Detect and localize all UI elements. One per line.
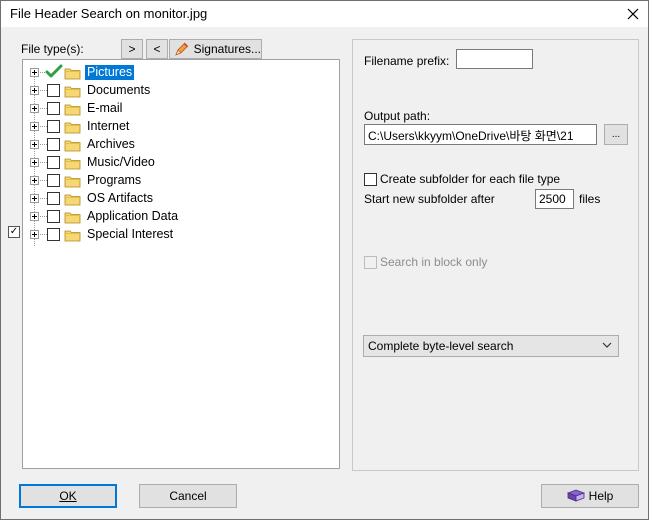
folder-icon bbox=[64, 174, 81, 188]
close-icon bbox=[627, 8, 639, 20]
tree-connector bbox=[40, 216, 47, 217]
tree-item-checkbox[interactable] bbox=[47, 84, 60, 97]
tree-item[interactable]: Programs bbox=[23, 172, 323, 190]
expand-icon[interactable] bbox=[30, 230, 39, 239]
close-button[interactable] bbox=[622, 3, 644, 25]
ok-button[interactable]: OK bbox=[19, 484, 117, 508]
expand-icon[interactable] bbox=[30, 176, 39, 185]
folder-icon bbox=[64, 84, 81, 98]
folder-icon bbox=[64, 156, 81, 170]
file-type-tree[interactable]: Pictures Documents E-mail Internet Archives M… bbox=[22, 59, 340, 469]
tree-item-checkbox[interactable] bbox=[47, 228, 60, 241]
tree-item-checkbox[interactable] bbox=[47, 192, 60, 205]
output-path-label: Output path: bbox=[364, 109, 431, 123]
filename-prefix-input[interactable] bbox=[456, 49, 533, 69]
expand-icon[interactable] bbox=[30, 86, 39, 95]
signatures-button[interactable]: Signatures... bbox=[169, 39, 262, 59]
tree-connector bbox=[40, 108, 47, 109]
tree-item[interactable]: Special Interest bbox=[23, 226, 323, 244]
file-types-label: File type(s): bbox=[21, 42, 84, 56]
folder-icon bbox=[64, 210, 81, 224]
tree-item-checkbox[interactable] bbox=[47, 174, 60, 187]
tree-item[interactable]: OS Artifacts bbox=[23, 190, 323, 208]
tree-connector bbox=[40, 180, 47, 181]
options-panel: Filename prefix: Output path: C:\Users\k… bbox=[352, 39, 639, 471]
cancel-label: Cancel bbox=[169, 489, 207, 503]
next-button[interactable]: > bbox=[121, 39, 143, 59]
output-path-input[interactable]: C:\Users\kkyym\OneDrive\바탕 화면\21 bbox=[364, 124, 597, 145]
expand-icon[interactable] bbox=[30, 122, 39, 131]
window-title: File Header Search on monitor.jpg bbox=[10, 6, 208, 21]
tree-connector bbox=[40, 144, 47, 145]
help-book-icon bbox=[566, 489, 585, 502]
title-bar: File Header Search on monitor.jpg bbox=[1, 1, 648, 27]
expand-icon[interactable] bbox=[30, 104, 39, 113]
create-subfolder-checkbox[interactable] bbox=[364, 173, 377, 186]
tree-connector bbox=[40, 162, 47, 163]
tree-item-label[interactable]: Archives bbox=[85, 137, 137, 152]
tree-item[interactable]: Archives bbox=[23, 136, 323, 154]
search-block-checkbox[interactable] bbox=[364, 256, 377, 269]
folder-icon bbox=[64, 102, 81, 116]
expand-icon[interactable] bbox=[30, 158, 39, 167]
expand-icon[interactable] bbox=[30, 194, 39, 203]
tree-item-checkbox[interactable] bbox=[47, 102, 60, 115]
expand-icon[interactable] bbox=[30, 140, 39, 149]
cancel-button[interactable]: Cancel bbox=[139, 484, 237, 508]
tree-item[interactable]: Pictures bbox=[23, 64, 323, 82]
search-block-label: Search in block only bbox=[380, 255, 488, 269]
tree-item-checkbox[interactable] bbox=[47, 156, 60, 169]
browse-button[interactable]: ... bbox=[604, 124, 628, 145]
tree-item-checkbox[interactable] bbox=[47, 210, 60, 223]
expand-icon[interactable] bbox=[30, 212, 39, 221]
dialog-window: File Header Search on monitor.jpg File t… bbox=[0, 0, 649, 520]
help-button[interactable]: Help bbox=[541, 484, 639, 508]
tree-item-label[interactable]: OS Artifacts bbox=[85, 191, 155, 206]
folder-icon bbox=[64, 138, 81, 152]
tree-item-label[interactable]: Pictures bbox=[85, 65, 135, 80]
search-mode-select[interactable]: Complete byte-level search bbox=[363, 335, 619, 357]
tree-item[interactable]: Internet bbox=[23, 118, 323, 136]
tree-item[interactable]: Application Data bbox=[23, 208, 323, 226]
tree-item-checkbox[interactable] bbox=[47, 120, 60, 133]
ok-label: OK bbox=[59, 489, 77, 503]
tree-item-label[interactable]: Application Data bbox=[85, 209, 180, 224]
filename-prefix-label: Filename prefix: bbox=[364, 54, 450, 68]
tree-item-label[interactable]: Documents bbox=[85, 83, 152, 98]
tree-connector bbox=[40, 234, 47, 235]
tree-item[interactable]: E-mail bbox=[23, 100, 323, 118]
folder-icon bbox=[64, 66, 81, 80]
tree-item-label[interactable]: E-mail bbox=[85, 101, 124, 116]
files-label: files bbox=[579, 192, 601, 206]
tree-connector bbox=[40, 90, 47, 91]
tree-item-label[interactable]: Music/Video bbox=[85, 155, 157, 170]
tree-connector bbox=[40, 198, 47, 199]
chevron-down-icon bbox=[602, 342, 612, 348]
prev-button[interactable]: < bbox=[146, 39, 168, 59]
help-label: Help bbox=[588, 489, 614, 503]
tree-item-checkbox[interactable] bbox=[47, 138, 60, 151]
folder-icon bbox=[64, 192, 81, 206]
checkmark-icon[interactable] bbox=[45, 64, 63, 80]
start-new-label: Start new subfolder after bbox=[364, 192, 495, 206]
tree-item[interactable]: Music/Video bbox=[23, 154, 323, 172]
pencil-icon bbox=[175, 42, 189, 56]
tree-item[interactable]: Documents bbox=[23, 82, 323, 100]
expand-icon[interactable] bbox=[30, 68, 39, 77]
side-checkbox[interactable]: ✓ bbox=[8, 226, 20, 238]
tree-connector bbox=[40, 126, 47, 127]
tree-item-label[interactable]: Internet bbox=[85, 119, 131, 134]
search-mode-value: Complete byte-level search bbox=[368, 339, 514, 353]
start-new-input[interactable]: 2500 bbox=[535, 189, 574, 209]
create-subfolder-label: Create subfolder for each file type bbox=[380, 172, 561, 186]
tree-item-label[interactable]: Special Interest bbox=[85, 227, 175, 242]
folder-icon bbox=[64, 228, 81, 242]
tree-item-label[interactable]: Programs bbox=[85, 173, 143, 188]
signatures-label: Signatures... bbox=[193, 42, 261, 56]
folder-icon bbox=[64, 120, 81, 134]
